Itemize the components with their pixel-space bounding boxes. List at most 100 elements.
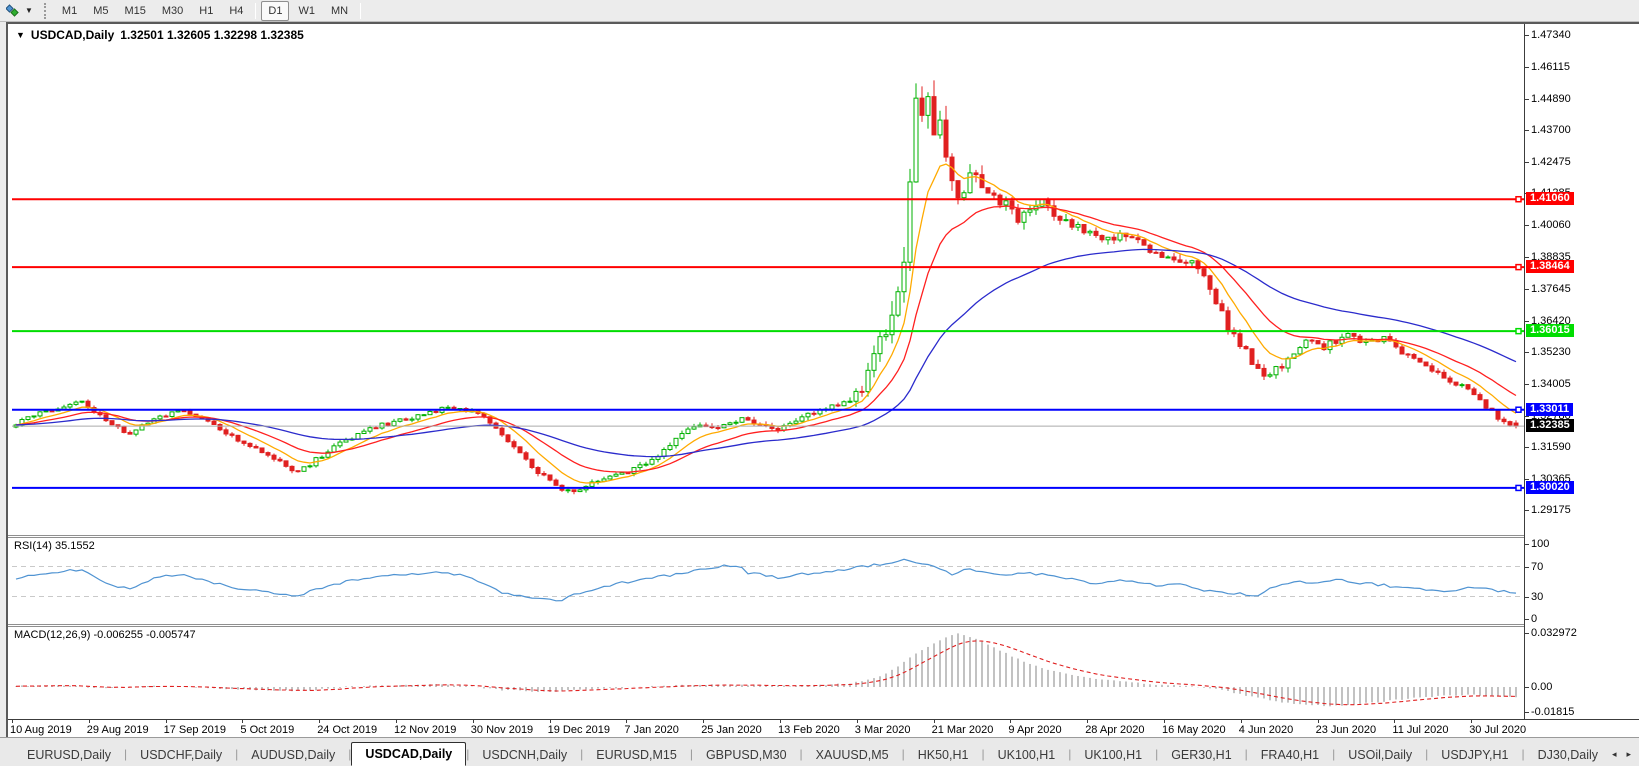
chart-tabs: EURUSD,Daily | USDCHF,Daily | AUDUSD,Daily | U… [0, 742, 1608, 766]
timeframe-button-m1[interactable]: M1 [55, 1, 84, 21]
time-axis-label: 19 Dec 2019 [547, 724, 610, 736]
timeframe-button-w1[interactable]: W1 [291, 1, 322, 21]
tab-dj30-daily[interactable]: DJ30,Daily [1525, 744, 1608, 766]
tab-eurusd-m15[interactable]: EURUSD,M15 [583, 744, 690, 766]
price-tick-mark [1525, 478, 1529, 480]
rsi-tick-label: 0 [1531, 613, 1538, 625]
price-tick-mark [1525, 351, 1529, 353]
price-tick-mark [1525, 383, 1529, 385]
time-tick-mark [780, 720, 781, 723]
hline-price-badge: 1.38464 [1526, 260, 1574, 274]
tab-scroll-left-icon[interactable]: ◂ [1612, 749, 1617, 760]
rsi-tick-label: 30 [1531, 590, 1544, 603]
toolbar-grip-handle[interactable] [43, 2, 49, 19]
tab-usdcnh-daily[interactable]: USDCNH,Daily [469, 744, 580, 766]
tab-usdchf-daily[interactable]: USDCHF,Daily [127, 744, 235, 766]
timeframe-button-m5[interactable]: M5 [86, 1, 115, 21]
time-axis-label: 28 Apr 2020 [1085, 724, 1145, 736]
tab-eurusd-daily[interactable]: EURUSD,Daily [14, 744, 124, 766]
rsi-chart-canvas[interactable] [12, 538, 1524, 624]
price-tick-label: 1.47340 [1531, 29, 1571, 41]
timeframe-button-m15[interactable]: M15 [117, 1, 152, 21]
price-chart-canvas[interactable] [12, 26, 1524, 535]
time-axis-label: 3 Mar 2020 [854, 724, 911, 736]
current-price-badge: 1.32385 [1526, 419, 1574, 433]
price-tick-label: 1.29175 [1531, 504, 1571, 517]
time-axis-label: 10 Aug 2019 [10, 724, 72, 736]
macd-tick-label: 0.00 [1531, 681, 1553, 693]
time-axis-label: 13 Feb 2020 [778, 724, 840, 736]
time-axis: 10 Aug 2019 29 Aug 2019 17 Sep 2019 5 Oct 2… [8, 719, 1639, 739]
time-tick-mark [1164, 720, 1165, 723]
tab-usoil-daily[interactable]: USOil,Daily [1335, 744, 1425, 766]
time-tick-mark [1394, 720, 1396, 723]
time-axis-label: 4 Jun 2020 [1238, 724, 1294, 736]
hline-price-badge: 1.30020 [1526, 480, 1574, 494]
tab-uk100-h1[interactable]: UK100,H1 [1071, 744, 1155, 766]
price-tick-mark [1525, 162, 1529, 164]
time-axis-label: 11 Jul 2020 [1392, 724, 1449, 736]
time-tick-mark [1317, 720, 1319, 723]
timeframe-button-d1[interactable]: D1 [261, 0, 290, 21]
time-tick-mark [626, 720, 628, 723]
rsi-tick-label: 100 [1531, 538, 1550, 550]
macd-tick-label: 0.032972 [1531, 627, 1577, 640]
time-axis-label: 16 May 2020 [1162, 724, 1226, 736]
timeframe-button-m30[interactable]: M30 [155, 1, 190, 21]
tab-uk100-h1[interactable]: UK100,H1 [985, 744, 1069, 766]
chevron-down-icon: ▼ [25, 5, 33, 15]
chart-tab-bar: EURUSD,Daily | USDCHF,Daily | AUDUSD,Daily | U… [0, 737, 1639, 766]
tab-fra40-h1[interactable]: FRA40,H1 [1248, 744, 1332, 766]
tab-hk50-h1[interactable]: HK50,H1 [905, 744, 982, 766]
time-tick-mark [165, 720, 167, 723]
price-tick-label: 1.44890 [1531, 93, 1571, 106]
time-axis-label: 7 Jan 2020 [624, 724, 679, 736]
price-tick-mark [1525, 130, 1529, 132]
rsi-tick-label: 70 [1531, 560, 1544, 573]
price-tick-mark [1525, 67, 1529, 69]
timeframe-button-mn[interactable]: MN [324, 1, 355, 21]
macd-tick-mark [1525, 712, 1529, 713]
time-tick-mark [1471, 720, 1473, 723]
time-tick-mark [933, 720, 935, 723]
price-tick-label: 1.42475 [1531, 156, 1571, 169]
timeframe-button-h4[interactable]: H4 [222, 1, 250, 21]
time-tick-mark [1240, 720, 1242, 723]
rsi-tick-mark [1525, 619, 1529, 620]
tab-gbpusd-m30[interactable]: GBPUSD,M30 [693, 744, 800, 766]
toolbar-separator [255, 2, 257, 19]
price-tick-mark [1525, 288, 1529, 290]
tab-audusd-daily[interactable]: AUDUSD,Daily [238, 744, 348, 766]
price-tick-mark [1525, 510, 1529, 512]
time-axis-label: 24 Oct 2019 [317, 724, 378, 736]
timeframe-buttons: M1 M5 M15 M30 H1 H4 D1 W1 MN [54, 0, 365, 21]
time-tick-mark [549, 720, 551, 723]
tab-xauusd-m5[interactable]: XAUUSD,M5 [803, 744, 902, 766]
price-tick-label: 1.35230 [1531, 345, 1571, 358]
tab-ger30-h1[interactable]: GER30,H1 [1158, 744, 1244, 766]
trading-platform-window: ▼ M1 M5 M15 M30 H1 H4 D1 W1 MN ▼ USDCAD,Daily 1.… [0, 0, 1639, 766]
tab-usdjpy-h1[interactable]: USDJPY,H1 [1428, 744, 1521, 766]
tab-scroll-controls: ◂ ▸ [1608, 749, 1639, 766]
tab-usdcad-daily[interactable]: USDCAD,Daily [351, 742, 467, 766]
macd-tick-mark [1525, 633, 1529, 635]
time-axis-label: 29 Aug 2019 [86, 724, 149, 736]
price-tick-label: 1.46115 [1531, 61, 1570, 74]
tab-scroll-right-icon[interactable]: ▸ [1626, 749, 1631, 760]
price-axis: 1.473401.461151.448901.437001.424751.412… [1524, 24, 1639, 719]
time-tick-mark [88, 720, 90, 723]
rsi-tick-mark [1525, 596, 1529, 598]
chart-window[interactable]: ▼ USDCAD,Daily 1.32501 1.32605 1.32298 1… [6, 22, 1639, 739]
time-axis-label: 30 Jul 2020 [1469, 724, 1527, 736]
timeframe-button-h1[interactable]: H1 [192, 1, 220, 21]
price-tick-label: 1.34005 [1531, 377, 1571, 390]
price-tick-mark [1525, 225, 1529, 227]
price-tick-label: 1.31590 [1531, 440, 1571, 453]
chart-type-button[interactable]: ▼ [0, 1, 39, 21]
price-tick-label: 1.43700 [1531, 124, 1571, 137]
price-tick-label: 1.37645 [1531, 282, 1571, 295]
macd-chart-canvas[interactable] [12, 627, 1524, 719]
macd-tick-mark [1525, 687, 1529, 688]
time-axis-label: 17 Sep 2019 [163, 724, 226, 736]
time-tick-mark [1087, 720, 1089, 723]
